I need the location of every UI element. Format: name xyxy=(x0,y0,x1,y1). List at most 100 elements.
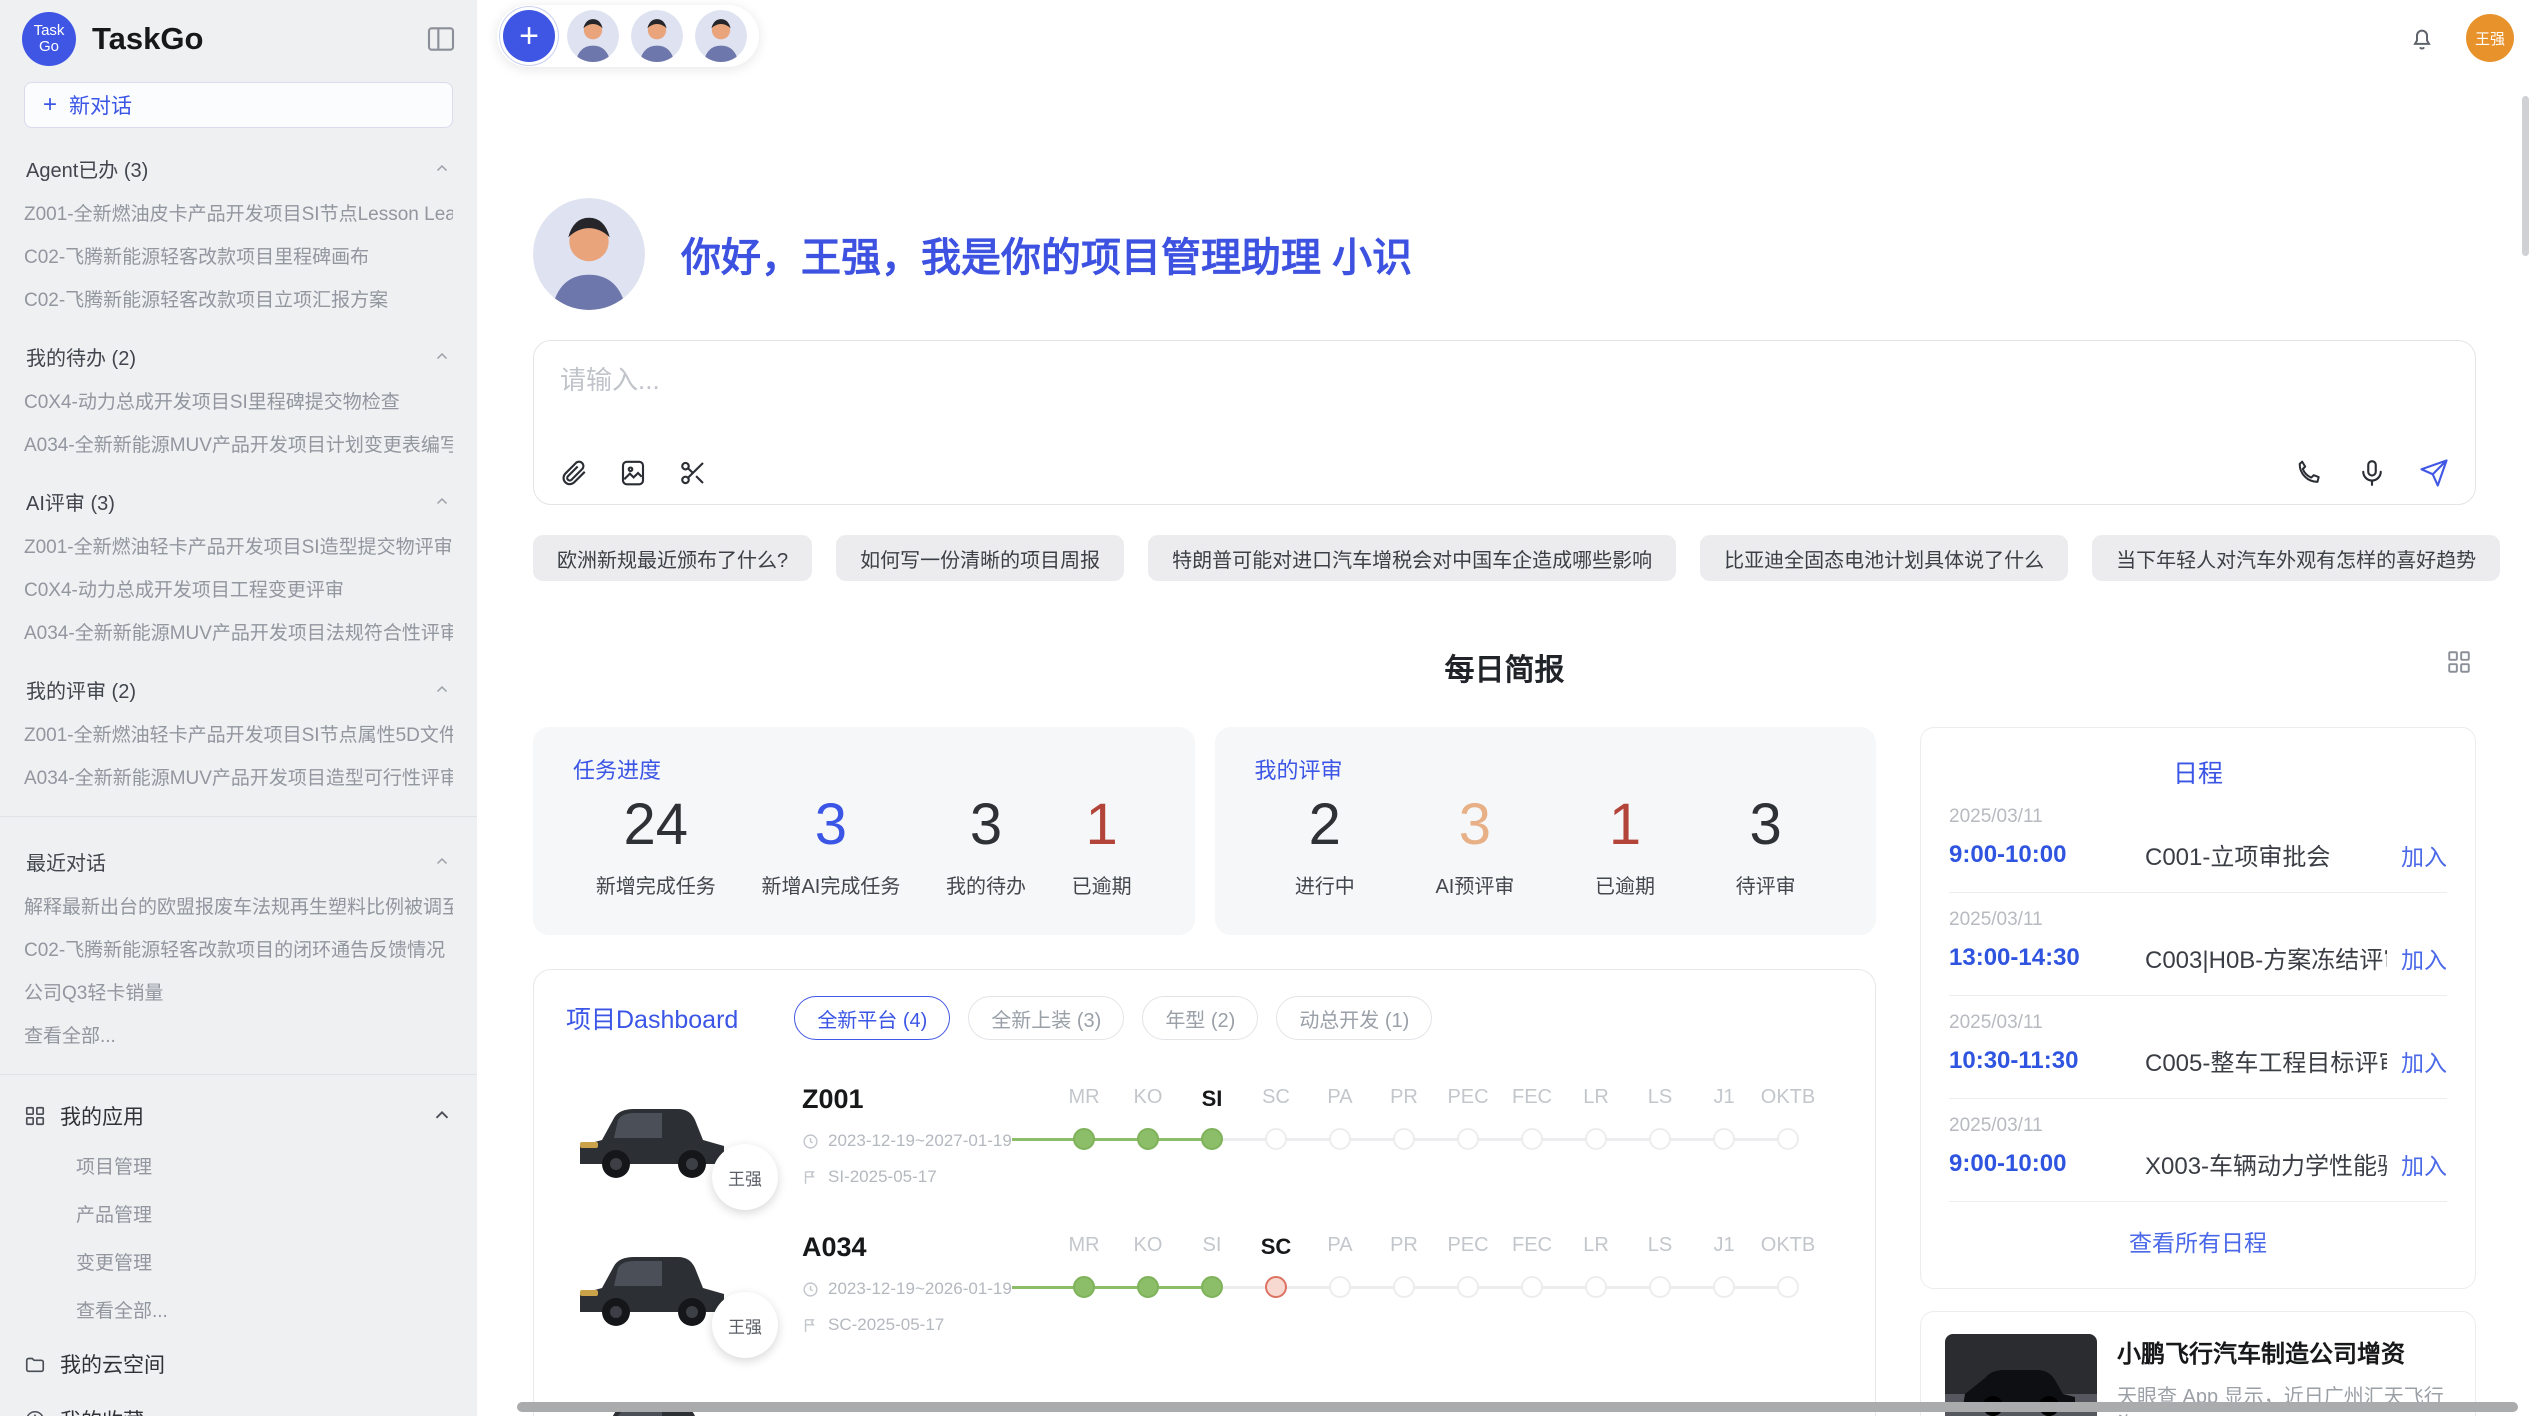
join-link[interactable]: 加入 xyxy=(2401,1147,2447,1181)
app-item-product-mgmt[interactable]: 产品管理 xyxy=(24,1200,453,1227)
microphone-icon[interactable] xyxy=(2357,458,2387,488)
join-link[interactable]: 加入 xyxy=(2401,1044,2447,1078)
vehicle-image: 王强 xyxy=(566,1232,736,1336)
project-code: Z001 xyxy=(802,1084,1052,1115)
milestone-dot-done xyxy=(1137,1276,1159,1298)
milestone-label: PEC xyxy=(1436,1234,1500,1260)
tab-new-body[interactable]: 全新上装 (3) xyxy=(968,996,1124,1040)
milestone-dot xyxy=(1649,1128,1671,1150)
project-row-z001[interactable]: 王强 Z001 2023-12-19~2027-01-19 SI-2025-05… xyxy=(566,1084,1843,1188)
chevron-up-icon xyxy=(433,348,451,366)
recent-chat-item[interactable]: 解释最新出台的欧盟报废车法规再生塑料比例被调至15%... xyxy=(24,897,453,919)
milestone-label: FEC xyxy=(1500,1086,1564,1112)
cloud-folder-icon xyxy=(24,1353,46,1375)
clock-icon xyxy=(802,1133,819,1150)
sidebar-item[interactable]: C0X4-动力总成开发项目工程变更评审 xyxy=(24,580,453,602)
suggestion-chip[interactable]: 欧洲新规最近颁布了什么? xyxy=(533,535,812,581)
milestone-dot xyxy=(1777,1128,1799,1150)
stat-new-done: 24新增完成任务 xyxy=(596,791,716,899)
milestone-dot xyxy=(1393,1276,1415,1298)
app-item-view-all[interactable]: 查看全部... xyxy=(24,1296,453,1323)
sidebar-item-favorites[interactable]: 我的收藏 xyxy=(24,1405,453,1416)
agent-avatar[interactable] xyxy=(631,10,683,62)
agent-switcher: + xyxy=(497,5,759,67)
milestone-dot xyxy=(1521,1276,1543,1298)
grid-icon xyxy=(24,1105,46,1127)
schedule-time: 13:00-14:30 xyxy=(1949,944,2127,972)
message-composer xyxy=(533,340,2476,505)
suggestion-chip[interactable]: 当下年轻人对汽车外观有怎样的喜好趋势 xyxy=(2092,535,2500,581)
sidebar-item[interactable]: C02-飞腾新能源轻客改款项目里程碑画布 xyxy=(24,247,453,269)
news-title: 小鹏飞行汽车制造公司增资 xyxy=(2117,1334,2451,1369)
sidebar-item[interactable]: A034-全新新能源MUV产品开发项目计划变更表编写 xyxy=(24,435,453,457)
suggestion-chip[interactable]: 特朗普可能对进口汽车增税会对中国车企造成哪些影响 xyxy=(1148,535,1676,581)
milestone-dot xyxy=(1393,1128,1415,1150)
flag-icon xyxy=(802,1317,819,1334)
milestone-label: MR xyxy=(1052,1086,1116,1112)
suggestion-chip[interactable]: 比亚迪全固态电池计划具体说了什么 xyxy=(1700,535,2068,581)
suggestion-chip[interactable]: 如何写一份清晰的项目周报 xyxy=(836,535,1124,581)
stat-overdue: 1已逾期 xyxy=(1595,791,1655,899)
agent-avatar[interactable] xyxy=(695,10,747,62)
phone-icon[interactable] xyxy=(2295,458,2325,488)
app-item-project-mgmt[interactable]: 项目管理 xyxy=(24,1152,453,1179)
milestone-dot-done xyxy=(1073,1128,1095,1150)
layout-grid-icon[interactable] xyxy=(2446,649,2472,675)
user-avatar[interactable]: 王强 xyxy=(2466,14,2514,62)
project-row-a034[interactable]: 王强 A034 2023-12-19~2026-01-19 SC-2025-05… xyxy=(566,1232,1843,1336)
section-agent-done[interactable]: Agent已办 (3) xyxy=(26,154,451,183)
app-item-change-mgmt[interactable]: 变更管理 xyxy=(24,1248,453,1275)
milestone-label: OKTB xyxy=(1756,1086,1820,1112)
image-icon[interactable] xyxy=(618,458,648,488)
notification-bell-icon[interactable] xyxy=(2408,24,2436,52)
sidebar-item-my-apps[interactable]: 我的应用 xyxy=(24,1101,453,1131)
flag-icon xyxy=(802,1169,819,1186)
view-all-schedule-link[interactable]: 查看所有日程 xyxy=(1949,1224,2447,1258)
recent-chat-item[interactable]: C02-飞腾新能源轻客改款项目的闭环通告反馈情况 xyxy=(24,940,453,962)
schedule-item: 2025/03/11 10:30-11:30 C005-整车工程目标评审 加入 xyxy=(1949,996,2447,1099)
agent-avatar[interactable] xyxy=(567,10,619,62)
sidebar-item[interactable]: Z001-全新燃油皮卡产品开发项目SI节点Lesson Learn报告 xyxy=(24,204,453,226)
sidebar-item[interactable]: A034-全新新能源MUV产品开发项目造型可行性评审 xyxy=(24,768,453,790)
star-circle-icon xyxy=(24,1409,46,1416)
tab-new-platform[interactable]: 全新平台 (4) xyxy=(794,996,950,1040)
recent-chat-view-all[interactable]: 查看全部... xyxy=(24,1026,453,1048)
milestone-dot xyxy=(1585,1128,1607,1150)
add-agent-button[interactable]: + xyxy=(503,10,555,62)
stat-new-ai-done: 3新增AI完成任务 xyxy=(761,791,900,899)
schedule-date: 2025/03/11 xyxy=(1949,806,2447,828)
milestone-dot xyxy=(1457,1128,1479,1150)
tab-powertrain[interactable]: 动总开发 (1) xyxy=(1276,996,1432,1040)
scissors-icon[interactable] xyxy=(678,458,708,488)
tab-year-model[interactable]: 年型 (2) xyxy=(1142,996,1258,1040)
milestone-label: SI xyxy=(1180,1234,1244,1260)
send-icon[interactable] xyxy=(2419,458,2449,488)
section-ai-review[interactable]: AI评审 (3) xyxy=(26,487,451,516)
sidebar-item[interactable]: A034-全新新能源MUV产品开发项目法规符合性评审 xyxy=(24,623,453,645)
dashboard-title: 项目Dashboard xyxy=(566,1000,738,1036)
recent-chat-item[interactable]: 公司Q3轻卡销量 xyxy=(24,983,453,1005)
message-input[interactable] xyxy=(560,365,2449,396)
section-my-review[interactable]: 我的评审 (2) xyxy=(26,675,451,704)
new-chat-button[interactable]: + 新对话 xyxy=(24,82,453,128)
section-my-todo[interactable]: 我的待办 (2) xyxy=(26,342,451,371)
milestone-chain: MR KO SI SC PA PR PEC FEC LR LS J1 OKTB xyxy=(1052,1084,1843,1152)
project-flag: SI-2025-05-17 xyxy=(828,1167,937,1187)
chevron-up-icon xyxy=(433,160,451,178)
sidebar: Task Go TaskGo + 新对话 Agent已办 (3) Z001-全新… xyxy=(0,0,477,1416)
sidebar-item-cloud-space[interactable]: 我的云空间 xyxy=(24,1349,453,1379)
sidebar-item[interactable]: C0X4-动力总成开发项目SI里程碑提交物检查 xyxy=(24,392,453,414)
sidebar-item[interactable]: C02-飞腾新能源轻客改款项目立项汇报方案 xyxy=(24,290,453,312)
horizontal-scrollbar[interactable] xyxy=(517,1402,2518,1412)
sidebar-item[interactable]: Z001-全新燃油轻卡产品开发项目SI节点属性5D文件评审 xyxy=(24,725,453,747)
sidebar-collapse-icon[interactable] xyxy=(425,23,457,55)
attachment-icon[interactable] xyxy=(558,458,588,488)
sidebar-item[interactable]: Z001-全新燃油轻卡产品开发项目SI造型提交物评审 xyxy=(24,537,453,559)
join-link[interactable]: 加入 xyxy=(2401,941,2447,975)
dashboard-tabs: 全新平台 (4) 全新上装 (3) 年型 (2) 动总开发 (1) xyxy=(794,996,1432,1040)
section-label: Agent已办 (3) xyxy=(26,154,148,183)
news-card[interactable]: 小鹏飞行汽车制造公司增资 天眼查 App 显示，近日广州汇天飞行汽... xyxy=(1920,1311,2476,1416)
join-link[interactable]: 加入 xyxy=(2401,838,2447,872)
section-recent-chats[interactable]: 最近对话 xyxy=(26,847,451,876)
vertical-scrollbar[interactable] xyxy=(2522,96,2529,256)
